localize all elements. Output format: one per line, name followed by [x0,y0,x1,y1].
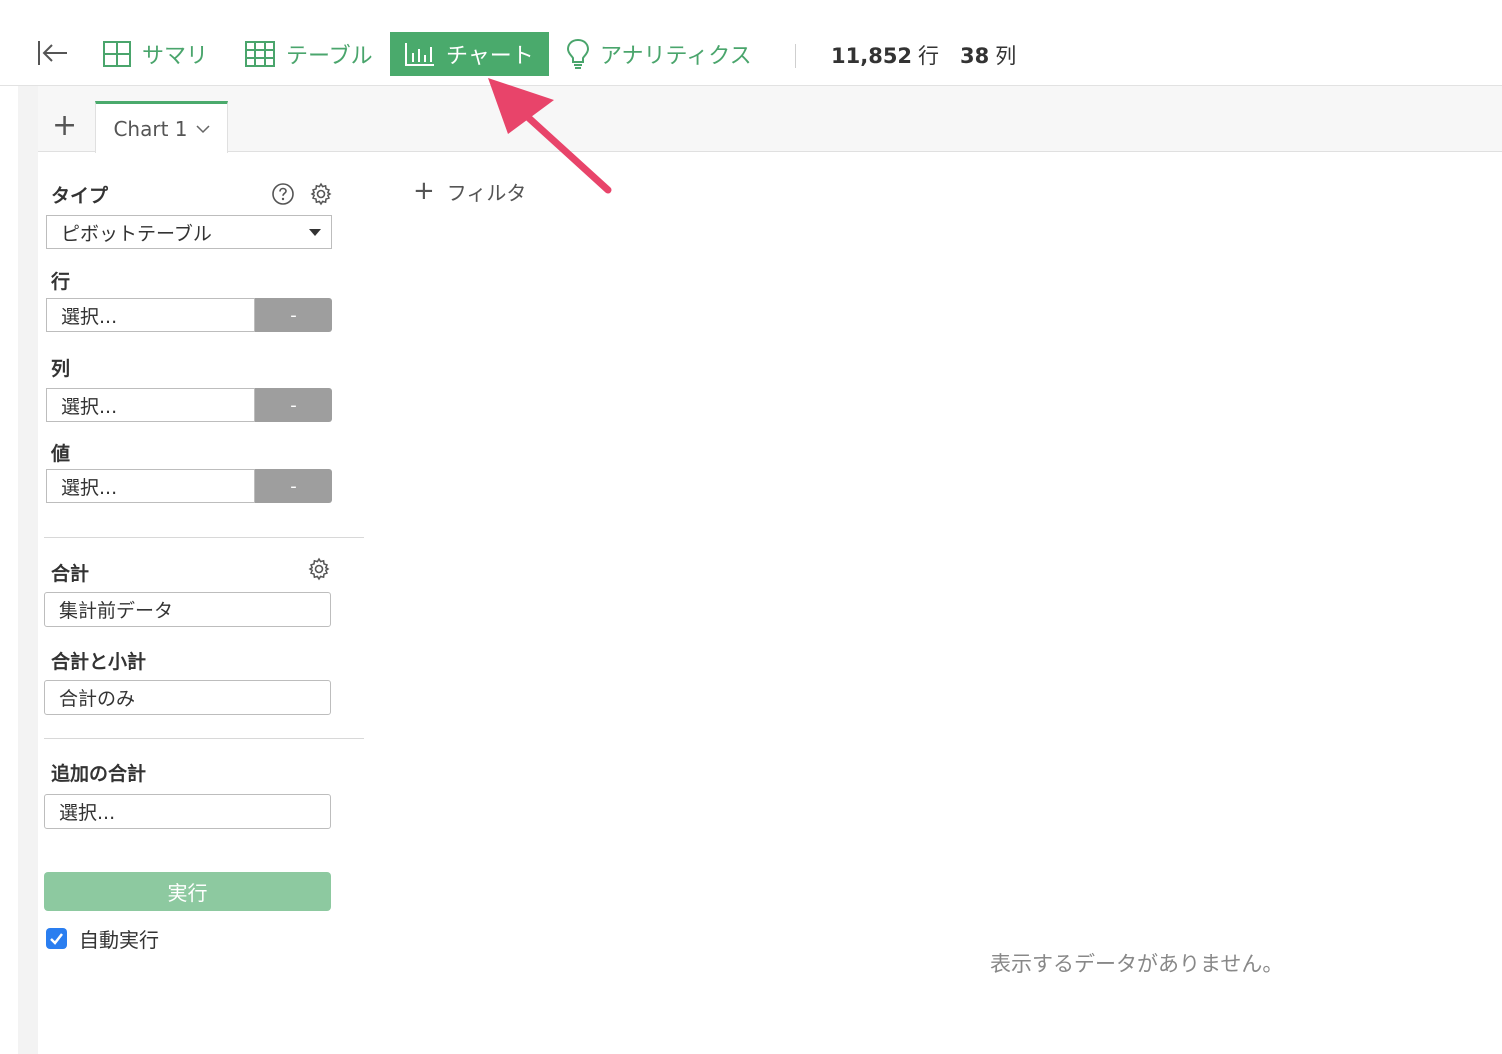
lightbulb-icon [566,38,590,70]
chart-type-select[interactable]: ピボットテーブル [46,215,332,249]
top-toolbar: サマリ テーブル チャート アナリティクス 11,852 行 38 列 [0,0,1502,86]
gear-icon[interactable] [309,182,333,206]
extra-total-label: 追加の合計 [51,763,147,785]
empty-state-message: 表示するデータがありません。 [990,952,1284,976]
tab-summary[interactable]: サマリ [102,32,208,76]
bar-chart-icon [404,41,436,67]
run-button[interactable]: 実行 [44,872,331,911]
tab-table[interactable]: テーブル [244,32,373,76]
annotation-arrow-icon [488,78,612,194]
chart-type-value: ピボットテーブル [61,222,212,245]
subtotal-label: 合計と小計 [51,651,147,673]
extra-total-select[interactable]: 選択... [44,794,331,829]
tab-analytics-label: アナリティクス [600,44,752,69]
column-select-input[interactable]: 選択... [46,388,255,422]
chevron-down-icon[interactable] [195,124,210,134]
plus-icon: + [413,176,435,206]
tab-chart-label: チャート [446,44,534,69]
toolbar-divider [795,44,796,68]
value-remove-button[interactable]: - [255,469,332,503]
help-icon[interactable] [271,182,295,206]
value-picker: 選択... - [46,469,332,503]
table-icon [244,40,276,68]
chart-tab-label: Chart 1 [113,116,188,141]
column-remove-button[interactable]: - [255,388,332,422]
column-picker: 選択... - [46,388,332,422]
value-label: 値 [51,443,71,465]
total-select[interactable]: 集計前データ [44,592,331,627]
left-margin [0,86,18,1054]
summary-icon [102,40,132,68]
row-label: 行 [51,271,71,293]
chart-tab-bar [38,86,1502,152]
subtotal-select[interactable]: 合計のみ [44,680,331,715]
left-gutter [18,86,38,1054]
column-count-value: 38 [960,44,990,68]
tab-chart-1[interactable]: Chart 1 [95,101,228,153]
tab-table-label: テーブル [286,44,373,69]
column-label: 列 [51,358,71,380]
row-count-value: 11,852 [831,44,913,68]
column-count-unit: 列 [995,44,1017,68]
auto-run-checkbox[interactable] [46,928,67,949]
row-select-input[interactable]: 選択... [46,298,255,332]
caret-down-icon [309,229,321,236]
type-label: タイプ [51,185,109,207]
add-chart-tab-button[interactable]: + [52,111,77,141]
collapse-panel-icon[interactable] [36,38,70,70]
auto-run-option[interactable]: 自動実行 [46,924,159,953]
tab-summary-label: サマリ [142,44,209,69]
value-select-input[interactable]: 選択... [46,469,255,503]
auto-run-label: 自動実行 [79,928,159,952]
row-remove-button[interactable]: - [255,298,332,332]
total-label: 合計 [51,563,90,585]
row-count: 11,852 行 [831,40,939,70]
section-divider [44,537,364,538]
row-count-unit: 行 [918,44,940,68]
section-divider [44,738,364,739]
gear-icon[interactable] [307,557,331,581]
column-count: 38 列 [960,40,1016,70]
row-picker: 選択... - [46,298,332,332]
